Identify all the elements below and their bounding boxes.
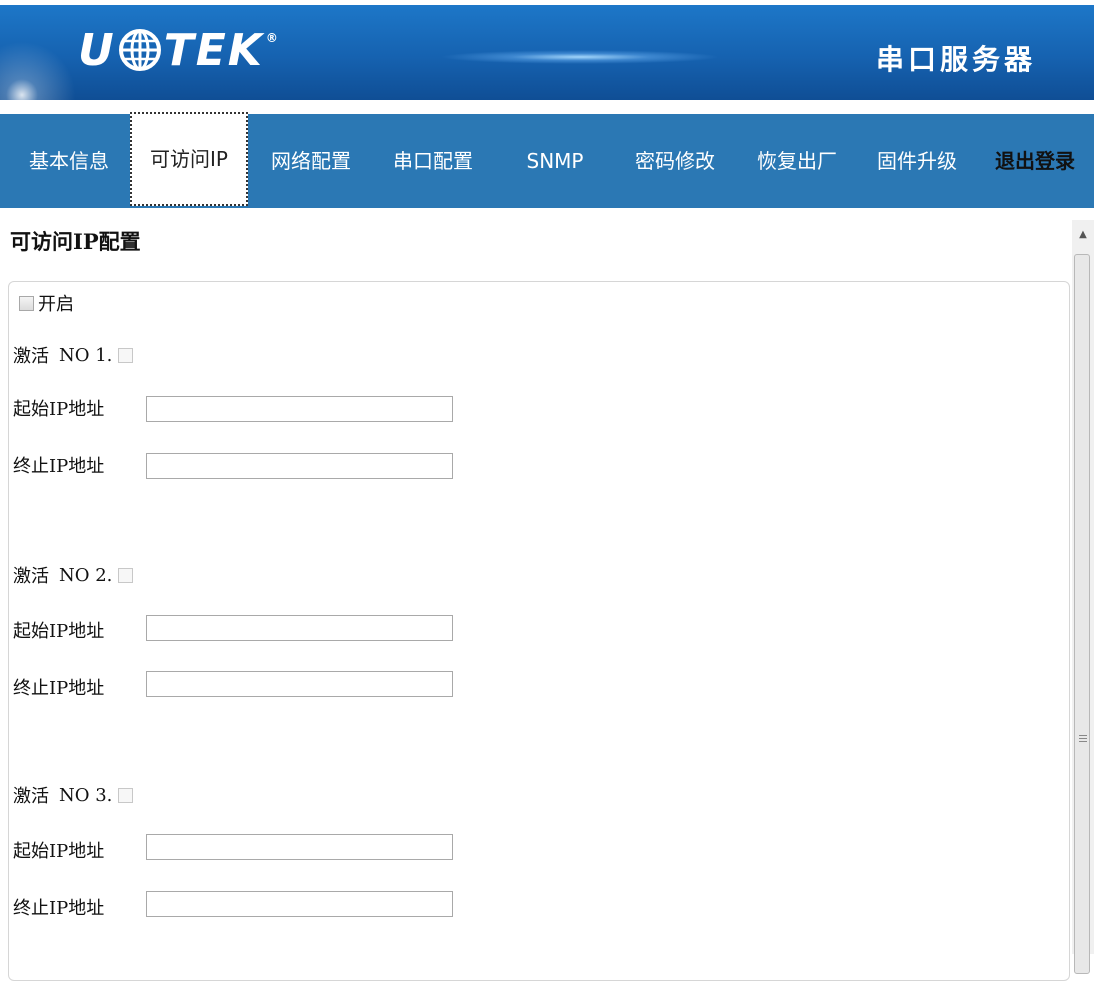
activate-label: 激活 (13, 786, 49, 807)
rule-3-activate-checkbox[interactable] (118, 787, 134, 803)
activate-label: 激活 (13, 566, 49, 587)
rule-1-start-label: 起始IP地址 (13, 399, 105, 420)
nav-item-serial-config[interactable]: 串口配置 (378, 114, 488, 208)
light-streak (440, 50, 720, 64)
nav-item-logout[interactable]: 退出登录 (980, 114, 1090, 208)
rule-1-activate-row: 激活 NO 1. (13, 342, 134, 368)
product-title: 串口服务器 (875, 43, 1036, 76)
globe-icon (118, 29, 161, 71)
registered-mark-icon: ® (265, 31, 280, 45)
grip-icon (1079, 735, 1087, 744)
rule-1-start-ip-input[interactable] (146, 396, 453, 422)
rule-number-label: NO 3. (59, 784, 113, 806)
rule-2-activate-checkbox[interactable] (118, 567, 134, 583)
scroll-up-arrow-icon[interactable]: ▲ (1072, 220, 1094, 248)
nav-item-factory-reset[interactable]: 恢复出厂 (742, 114, 852, 208)
rule-3-activate-row: 激活 NO 3. (13, 782, 134, 808)
rule-1-end-label: 终止IP地址 (13, 456, 105, 477)
enable-label: 开启 (38, 294, 74, 315)
nav-item-network-config[interactable]: 网络配置 (256, 114, 366, 208)
rule-2-end-ip-input[interactable] (146, 671, 453, 697)
rule-number-label: NO 2. (59, 564, 113, 586)
scrollbar-thumb[interactable] (1074, 254, 1090, 974)
page-title: 可访问IP配置 (10, 229, 141, 254)
utek-logo: U TEK ® (78, 24, 280, 76)
vertical-scrollbar[interactable]: ▲ (1072, 220, 1094, 974)
rule-3-start-label: 起始IP地址 (13, 841, 105, 862)
main-nav: 基本信息 可访问IP 网络配置 串口配置 SNMP 密码修改 恢复出厂 固件升级… (0, 112, 1094, 208)
rule-3-end-label: 终止IP地址 (13, 898, 105, 919)
nav-item-firmware-upgrade[interactable]: 固件升级 (862, 114, 972, 208)
rule-2-end-label: 终止IP地址 (13, 678, 105, 699)
rule-number-label: NO 1. (59, 344, 113, 366)
nav-item-accessible-ip[interactable]: 可访问IP (130, 112, 248, 206)
rule-2-start-label: 起始IP地址 (13, 621, 105, 642)
nav-item-basic-info[interactable]: 基本信息 (14, 114, 124, 208)
activate-label: 激活 (13, 346, 49, 367)
rule-3-end-ip-input[interactable] (146, 891, 453, 917)
nav-item-change-password[interactable]: 密码修改 (620, 114, 730, 208)
rule-1-end-ip-input[interactable] (146, 453, 453, 479)
header-banner: U TEK ® 串口服务器 (0, 0, 1094, 100)
rule-2-start-ip-input[interactable] (146, 615, 453, 641)
rule-2-activate-row: 激活 NO 2. (13, 562, 134, 588)
enable-row: 开启 (19, 290, 74, 316)
enable-checkbox[interactable] (19, 295, 34, 311)
rule-1-activate-checkbox[interactable] (118, 347, 134, 363)
rule-3-start-ip-input[interactable] (146, 834, 453, 860)
logo-text-right: TEK (163, 24, 264, 76)
ip-config-panel: 开启 激活 NO 1. 起始IP地址 终止IP地址 激活 NO 2. 起始IP地… (8, 281, 1070, 981)
nav-item-snmp[interactable]: SNMP (500, 114, 610, 208)
logo-text-left: U (78, 24, 116, 76)
